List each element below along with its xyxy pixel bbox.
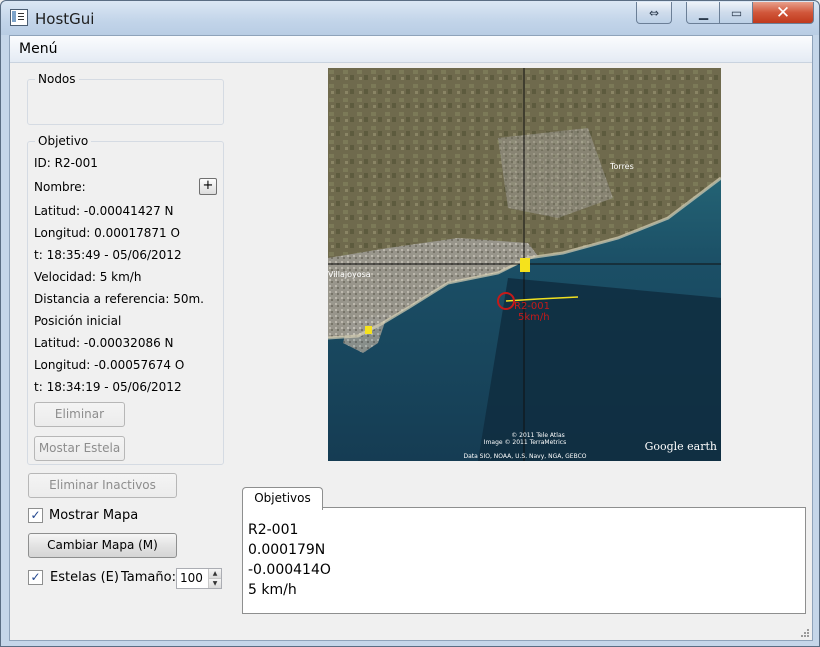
mostrar-mapa-checkbox[interactable]: ✓ (28, 508, 43, 523)
target-id: ID: R2-001 (34, 156, 98, 170)
target-latitude: Latitud: -0.00041427 N (34, 204, 174, 218)
spin-up-arrow-icon[interactable]: ▲ (208, 569, 221, 579)
menu-item-menu[interactable]: Menú (19, 41, 57, 57)
objetivos-panel: R2-001 0.000179N -0.000414O 5 km/h (242, 507, 806, 614)
initial-latitude: Latitud: -0.00032086 N (34, 336, 174, 350)
menu-bar: Menú (10, 36, 812, 63)
resize-grip-icon[interactable] (800, 628, 810, 638)
maximize-button[interactable]: ▭ (719, 2, 754, 24)
estelas-label: Estelas (E) (50, 570, 119, 585)
objetivo-line-speed: 5 km/h (248, 582, 297, 598)
place-label-villajoyosa: Villajoyosa (328, 270, 371, 279)
app-icon (10, 9, 28, 26)
eliminar-inactivos-button[interactable]: Eliminar Inactivos (28, 473, 177, 498)
objetivo-line-id: R2-001 (248, 522, 299, 538)
target-time: t: 18:35:49 - 05/06/2012 (34, 248, 182, 262)
map-copyright-3: Data SIO, NOAA, U.S. Navy, NGA, GEBCO (463, 453, 586, 460)
target-name-label: Nombre: (34, 180, 86, 194)
objetivo-title: Objetivo (35, 134, 92, 148)
spin-down-arrow-icon[interactable]: ▼ (208, 579, 221, 588)
window-frame: HostGui ⇔ ▁ ▭ ✕ Menú Nodos Objetivo ID: … (0, 0, 820, 647)
target-marker-label: R2-001 (514, 301, 550, 312)
nodos-title: Nodos (35, 72, 79, 86)
add-name-button[interactable]: + (199, 178, 217, 195)
checkmark-icon: ✓ (30, 508, 41, 522)
mostrar-estela-button[interactable]: Mostar Estela (34, 436, 125, 461)
initial-longitude: Longitud: -0.00057674 O (34, 358, 185, 372)
target-longitude: Longitud: 0.00017871 O (34, 226, 180, 240)
minimize-icon: ▁ (698, 5, 709, 20)
target-speed: Velocidad: 5 km/h (34, 270, 142, 284)
objetivo-group: Objetivo ID: R2-001 Nombre: + Latitud: -… (27, 134, 224, 465)
double-arrow-icon: ⇔ (648, 5, 660, 20)
reference-marker (520, 258, 530, 272)
eliminar-button[interactable]: Eliminar (34, 402, 125, 427)
window-title: HostGui (35, 10, 95, 28)
satellite-map[interactable]: R2-001 5km/h Villajoyosa Torres © 2011 T… (328, 68, 721, 461)
google-earth-logo: Google earth (645, 440, 717, 453)
mostrar-mapa-label: Mostrar Mapa (49, 508, 139, 523)
map-canvas: R2-001 5km/h Villajoyosa Torres © 2011 T… (328, 68, 721, 461)
close-button[interactable]: ✕ (752, 2, 814, 24)
close-icon: ✕ (775, 2, 791, 23)
maximize-icon: ▭ (730, 5, 743, 20)
target-distance: Distancia a referencia: 50m. (34, 292, 204, 306)
nodos-group: Nodos (27, 72, 224, 125)
objetivo-line-lon: -0.000414O (248, 562, 331, 578)
restore-side-button[interactable]: ⇔ (636, 2, 672, 24)
estelas-checkbox[interactable]: ✓ (28, 570, 43, 585)
title-bar[interactable]: HostGui ⇔ ▁ ▭ ✕ (1, 1, 819, 35)
objetivo-line-lat: 0.000179N (248, 542, 326, 558)
map-copyright-2: Image © 2011 TerraMetrics (484, 439, 566, 446)
target-speed-label: 5km/h (518, 312, 550, 323)
map-copyright-1: © 2011 Tele Atlas (511, 432, 565, 439)
checkmark-icon: ✓ (30, 570, 41, 584)
initial-time: t: 18:34:19 - 05/06/2012 (34, 380, 182, 394)
node-marker (365, 326, 372, 334)
tamano-spinbox[interactable]: 100 ▲ ▼ (176, 568, 222, 589)
tamano-value: 100 (180, 571, 203, 585)
cambiar-mapa-button[interactable]: Cambiar Mapa (M) (28, 533, 177, 558)
client-area: Menú Nodos Objetivo ID: R2-001 Nombre: +… (9, 35, 813, 641)
minimize-button[interactable]: ▁ (686, 2, 721, 24)
tamano-label: Tamaño: (121, 570, 176, 585)
initial-position-label: Posición inicial (34, 314, 122, 328)
place-label-torres: Torres (609, 162, 634, 171)
tab-objetivos[interactable]: Objetivos (242, 487, 323, 510)
